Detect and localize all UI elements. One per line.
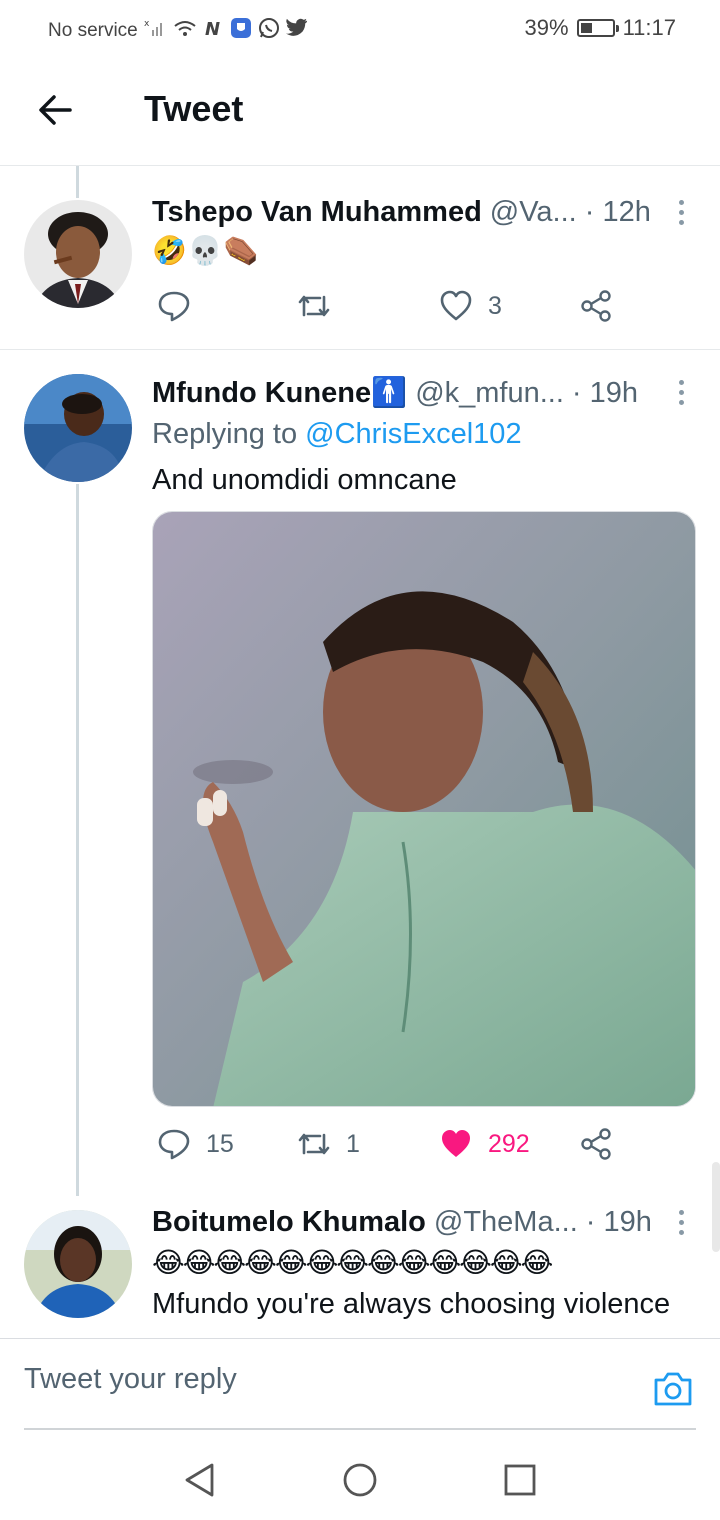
whatsapp-icon [258,17,280,45]
back-button[interactable] [36,90,76,130]
reply-icon [158,291,190,322]
circle-home-icon [343,1463,377,1497]
avatar[interactable] [24,200,132,308]
more-options-icon[interactable] [676,200,686,230]
mention-link[interactable]: @ChrisExcel102 [305,418,521,450]
replying-to: Replying to @ChrisExcel102 [152,418,522,451]
page-title: Tweet [144,88,244,129]
retweet-count: 1 [346,1129,360,1158]
share-button[interactable] [578,288,614,324]
camera-button[interactable] [652,1369,694,1409]
no-signal-icon: x [144,18,166,44]
nav-back-button[interactable] [182,1462,218,1498]
share-icon [581,1128,611,1160]
reply-button[interactable]: 15 [156,1126,234,1162]
tweet-actions: 3 [152,288,622,332]
more-options-icon[interactable] [676,1210,686,1240]
tweet-emojis: 😂😂😂😂😂😂😂😂😂😂😂😂😂 [152,1247,553,1278]
reply-input[interactable] [24,1363,584,1396]
tweet-actions: 15 1 292 [152,1126,622,1170]
reply-composer [0,1338,720,1430]
display-name[interactable]: Mfundo Kunene🚹 [152,376,407,410]
like-count: 292 [488,1129,530,1158]
nfc-icon: N [204,18,224,44]
timestamp[interactable]: · 12h [585,196,651,229]
retweet-icon [298,1133,330,1155]
tweet-header: Tshepo Van Muhammed @Va... · 12h [152,196,700,229]
thread-line [76,484,79,1196]
display-name[interactable]: Boitumelo Khumalo [152,1206,426,1239]
user-handle[interactable]: @Va... [490,196,577,229]
more-options-icon[interactable] [676,380,686,410]
like-count: 3 [488,291,502,320]
thread-line [76,166,79,198]
avatar[interactable] [24,374,132,482]
svg-text:x: x [144,19,150,29]
tweet-text: And unomdidi omncane [152,464,457,496]
avatar[interactable] [24,1210,132,1318]
like-button[interactable]: 3 [438,288,502,324]
divider [0,349,720,350]
triangle-back-icon [185,1463,214,1497]
vpn-shield-icon [230,17,252,45]
like-button[interactable]: 292 [438,1126,530,1162]
tweet-text: 🤣💀⚰️ [152,235,260,266]
heart-icon [440,290,472,321]
heart-filled-icon [442,1130,470,1157]
square-recents-icon [504,1464,536,1496]
nav-recents-button[interactable] [502,1462,538,1498]
display-name[interactable]: Tshepo Van Muhammed [152,196,482,229]
system-nav-bar [0,1432,720,1520]
wifi-icon [172,18,198,44]
share-icon [581,290,611,322]
twitter-bird-icon [285,18,308,44]
retweet-button[interactable]: 1 [296,1126,360,1162]
tweet-text: Mfundo you're always choosing violence [152,1288,671,1320]
status-left: No service x N [48,17,308,45]
camera-icon [654,1372,692,1406]
replying-prefix: Replying to [152,418,306,450]
top-app-bar: Tweet [0,56,720,166]
battery-icon [576,19,619,37]
svg-text:N: N [205,19,220,38]
tweet-media-image[interactable] [152,511,696,1107]
tweet-header: Boitumelo Khumalo @TheMa... · 19h [152,1206,700,1239]
status-right: 39% 11:17 [525,15,676,41]
nav-home-button[interactable] [342,1462,378,1498]
reply-count: 15 [206,1129,234,1158]
timestamp[interactable]: · 19h [586,1206,652,1239]
tweet-header: Mfundo Kunene🚹 @k_mfun... · 19h [152,376,700,410]
retweet-button[interactable] [296,288,346,324]
scrollbar-thumb[interactable] [712,1162,720,1252]
clock: 11:17 [622,15,676,40]
reply-button[interactable] [156,288,206,324]
retweet-icon [298,295,330,317]
back-arrow-icon [39,95,72,125]
status-bar: No service x N 39% 11:17 [0,0,720,56]
user-handle[interactable]: @TheMa... [434,1206,578,1239]
share-button[interactable] [578,1126,614,1162]
user-handle[interactable]: @k_mfun... [415,377,564,410]
battery-percent: 39% [524,15,569,40]
timestamp[interactable]: · 19h [572,377,638,410]
battery-fill [580,23,593,33]
carrier-label: No service [48,20,138,41]
reply-icon [158,1129,190,1160]
reply-underline [24,1428,696,1430]
